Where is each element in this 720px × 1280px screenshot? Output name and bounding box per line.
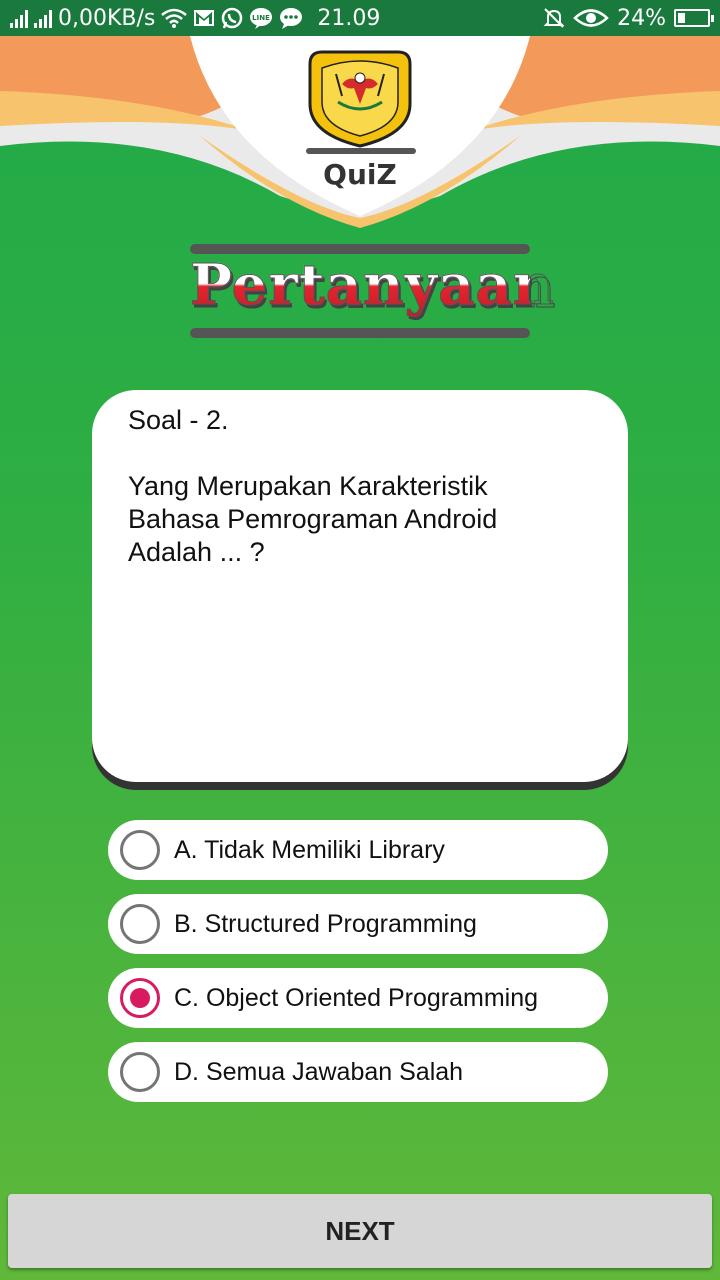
page-title: Pertanyaan — [190, 252, 555, 319]
svg-text:LINE: LINE — [253, 14, 271, 22]
line-icon: LINE — [249, 7, 273, 29]
whatsapp-icon — [221, 7, 243, 29]
battery-percent: 24% — [617, 5, 666, 31]
signal-icon — [10, 8, 28, 28]
option-b[interactable]: B. Structured Programming — [108, 894, 608, 954]
quiz-label: QuiZ — [323, 158, 397, 191]
option-c[interactable]: C. Object Oriented Programming — [108, 968, 608, 1028]
option-label: D. Semua Jawaban Salah — [174, 1057, 464, 1086]
gmail-icon — [193, 9, 215, 27]
option-label: B. Structured Programming — [174, 909, 477, 938]
option-label: A. Tidak Memiliki Library — [174, 835, 445, 864]
eye-icon — [573, 7, 609, 29]
question-card: Soal - 2. Yang Merupakan Karakteristik B… — [92, 390, 628, 782]
signal-icon — [34, 8, 52, 28]
battery-icon — [674, 9, 714, 27]
wifi-icon — [161, 8, 188, 28]
quiz-underline — [306, 148, 416, 154]
radio-button[interactable] — [120, 1052, 160, 1092]
chat-icon — [279, 7, 303, 29]
radio-button[interactable] — [120, 830, 160, 870]
clock: 21.09 — [317, 5, 381, 31]
next-button[interactable]: NEXT — [8, 1194, 712, 1268]
option-label: C. Object Oriented Programming — [174, 983, 539, 1012]
option-d[interactable]: D. Semua Jawaban Salah — [108, 1042, 608, 1102]
network-speed: 0,00KB/s — [58, 5, 156, 31]
option-a[interactable]: A. Tidak Memiliki Library — [108, 820, 608, 880]
question-text: Yang Merupakan Karakteristik Bahasa Pemr… — [128, 471, 498, 567]
mute-icon — [543, 7, 565, 29]
title-bar-bottom — [190, 328, 530, 338]
university-logo — [300, 44, 420, 149]
radio-button[interactable] — [120, 904, 160, 944]
status-bar: 0,00KB/s LINE 21.09 24% — [0, 0, 720, 36]
question-number: Soal - 2. — [128, 405, 229, 435]
radio-button[interactable] — [120, 978, 160, 1018]
